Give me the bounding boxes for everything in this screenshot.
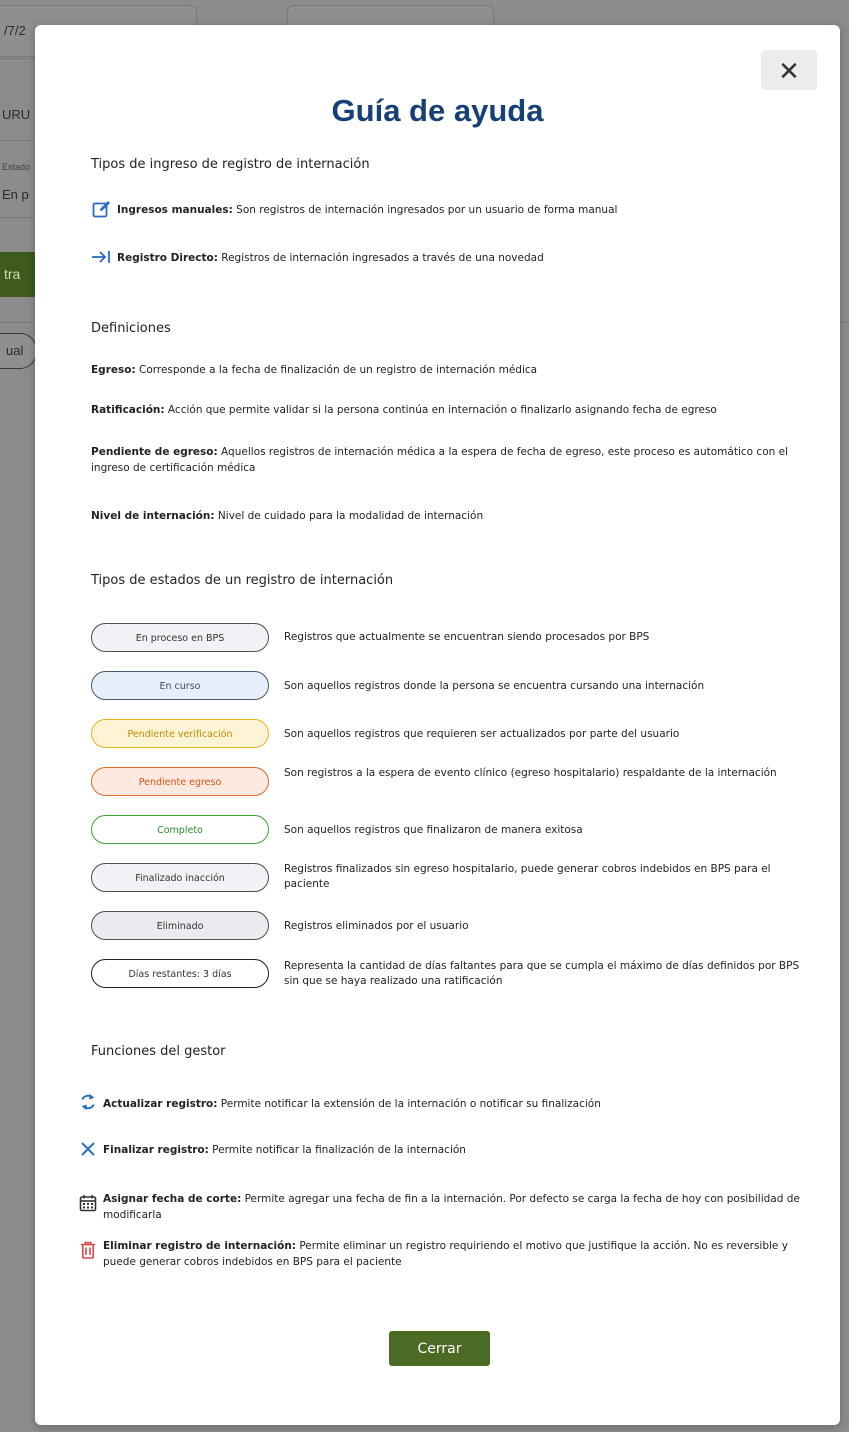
background-divider — [0, 217, 35, 218]
funcion-label: Asignar fecha de corte: — [103, 1193, 242, 1205]
definicion-item: Ratificación: Acción que permite validar… — [91, 402, 800, 418]
definicion-text: Acción que permite validar si la persona… — [164, 404, 717, 416]
definicion-item: Pendiente de egreso: Aquellos registros … — [91, 444, 800, 476]
ingreso-text: Registros de internación ingresados a tr… — [217, 252, 544, 264]
background-estado-label: Estado — [2, 162, 31, 172]
funcion-label: Eliminar registro de internación: — [103, 1240, 296, 1252]
background-date-text: /7/2 — [4, 23, 26, 38]
refresh-icon — [77, 1092, 99, 1112]
ingreso-label: Registro Directo: — [117, 252, 218, 264]
definicion-label: Pendiente de egreso: — [91, 446, 218, 458]
ingreso-item-manual: Ingresos manuales: Son registros de inte… — [91, 200, 800, 218]
status-badge-completo: Completo — [91, 815, 269, 844]
definicion-item: Egreso: Corresponde a la fecha de finali… — [91, 362, 800, 378]
status-badge-en-proceso: En proceso en BPS — [91, 623, 269, 652]
status-desc: Registros eliminados por el usuario — [284, 920, 469, 932]
status-badge-en-curso: En curso — [91, 671, 269, 700]
definicion-item: Nivel de internación: Nivel de cuidado p… — [91, 508, 800, 524]
funcion-item-finalizar: Finalizar registro: Permite notificar la… — [81, 1141, 800, 1158]
calendar-icon — [77, 1191, 99, 1212]
ingreso-text: Son registros de internación ingresados … — [232, 204, 618, 216]
close-x-icon — [77, 1141, 99, 1157]
funcion-text: Permite notificar la finalización de la … — [208, 1144, 466, 1156]
funcion-item-eliminar: Eliminar registro de internación: Permit… — [81, 1238, 800, 1270]
background-chip-text: ual — [6, 343, 24, 358]
status-desc: Son registros a la espera de evento clín… — [284, 767, 777, 779]
ingreso-item-directo: Registro Directo: Registros de internaci… — [91, 249, 800, 266]
definicion-label: Ratificación: — [91, 404, 165, 416]
definicion-text: Corresponde a la fecha de finalización d… — [135, 364, 538, 376]
close-icon-button[interactable]: ✕ — [761, 50, 817, 90]
status-desc: Son aquellos registros donde la persona … — [284, 680, 705, 692]
funcion-label: Actualizar registro: — [103, 1098, 218, 1110]
definicion-text: Nivel de cuidado para la modalidad de in… — [214, 510, 484, 522]
background-divider — [0, 58, 35, 59]
background-button-text: tra — [4, 266, 21, 282]
status-desc: Registros finalizados sin egreso hospita… — [284, 863, 771, 890]
background-estado-value: En p — [2, 187, 29, 202]
ingreso-label: Ingresos manuales: — [117, 204, 233, 216]
status-badge-pendiente-verificacion: Pendiente verificación — [91, 719, 269, 748]
section-title-definiciones: Definiciones — [91, 321, 171, 336]
arrow-right-bar-icon — [91, 249, 113, 265]
section-title-funciones: Funciones del gestor — [91, 1044, 226, 1059]
status-desc: Son aquellos registros que requieren ser… — [284, 728, 680, 740]
definicion-label: Nivel de internación: — [91, 510, 215, 522]
funcion-text: Permite notificar la extensión de la int… — [217, 1098, 601, 1110]
status-badge-pendiente-egreso: Pendiente egreso — [91, 767, 269, 796]
status-desc: Registros que actualmente se encuentran … — [284, 631, 650, 643]
trash-icon — [77, 1238, 99, 1259]
status-badge-finalizado-inaccion: Finalizado inacción — [91, 863, 269, 892]
section-title-estados: Tipos de estados de un registro de inter… — [91, 573, 394, 588]
funcion-item-fecha-corte: Asignar fecha de corte: Permite agregar … — [79, 1191, 800, 1223]
background-divider — [0, 140, 35, 141]
status-desc: Representa la cantidad de días faltantes… — [284, 960, 800, 987]
status-badge-dias-restantes: Días restantes: 3 días — [91, 959, 269, 988]
background-field-value: URU — [2, 107, 31, 122]
cerrar-button[interactable]: Cerrar — [389, 1331, 490, 1366]
definicion-label: Egreso: — [91, 364, 136, 376]
edit-icon — [91, 200, 113, 218]
help-guide-modal: ✕ Guía de ayuda Tipos de ingreso de regi… — [35, 25, 840, 1425]
funcion-label: Finalizar registro: — [103, 1144, 209, 1156]
status-badge-eliminado: Eliminado — [91, 911, 269, 940]
status-desc: Son aquellos registros que finalizaron d… — [284, 824, 583, 836]
modal-title: Guía de ayuda — [331, 93, 544, 128]
funcion-item-actualizar: Actualizar registro: Permite notificar l… — [81, 1092, 800, 1112]
section-title-ingreso: Tipos de ingreso de registro de internac… — [91, 157, 370, 172]
